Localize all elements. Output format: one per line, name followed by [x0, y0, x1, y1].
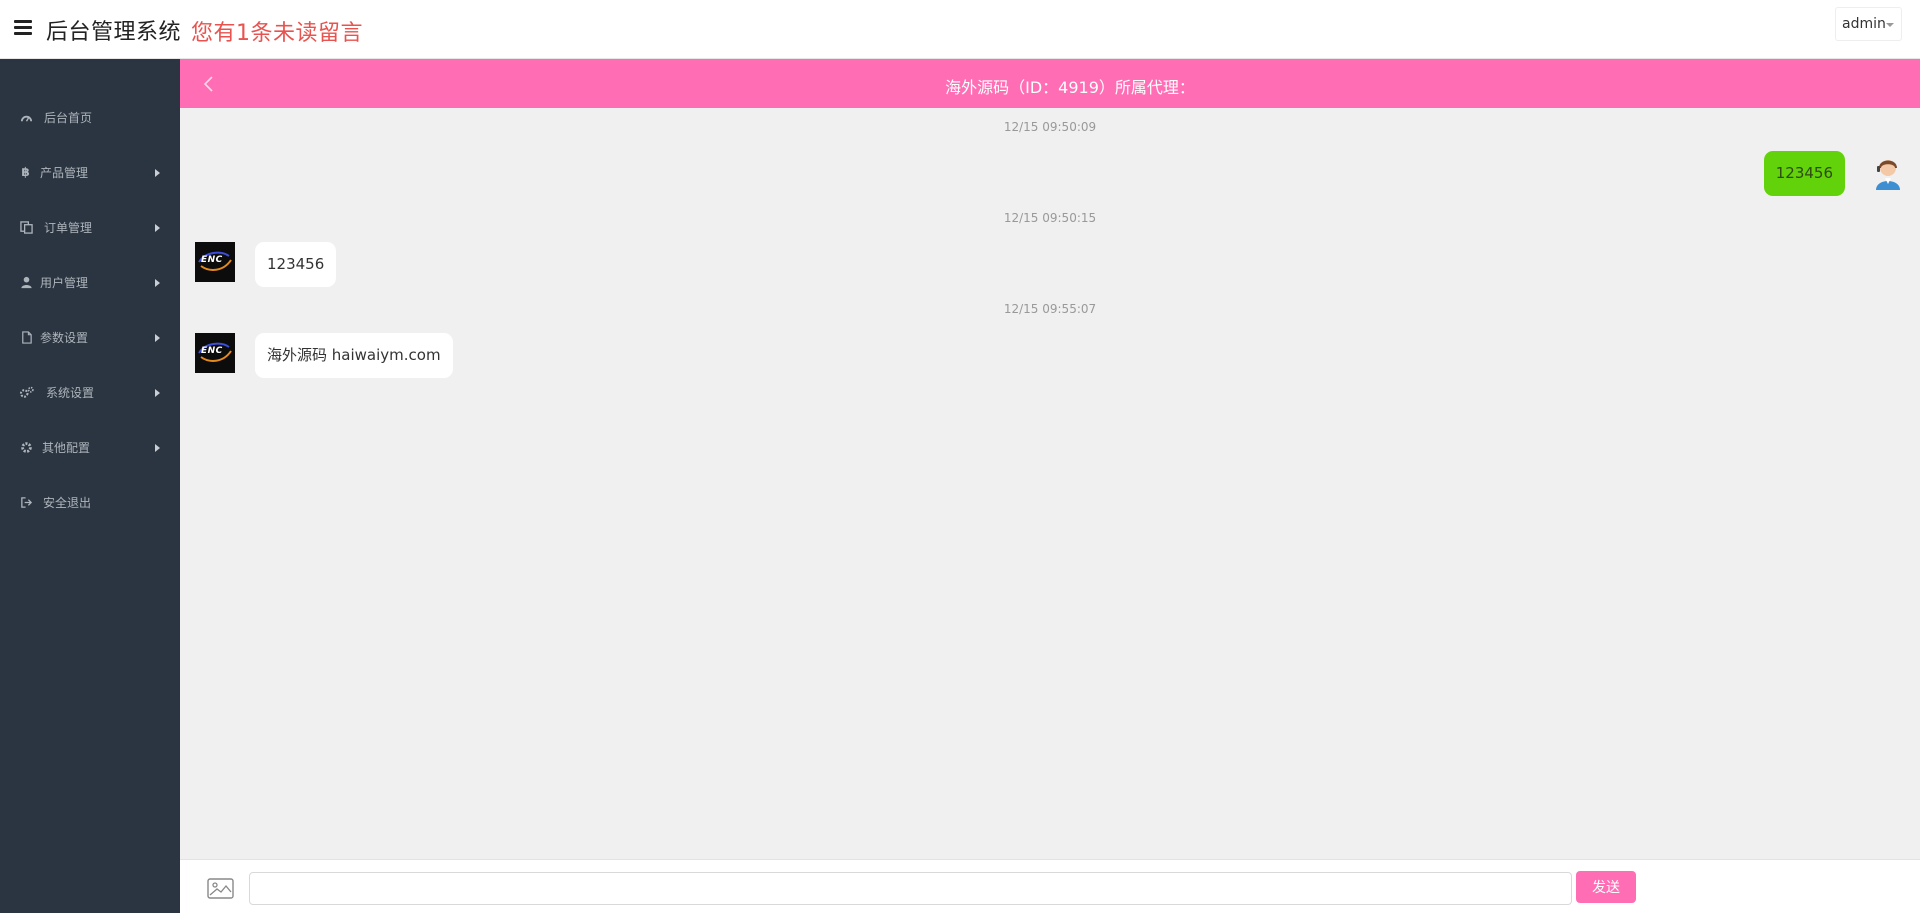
caret-right-icon [155, 169, 160, 177]
chat-header: 海外源码（ID：4919）所属代理： [180, 59, 1920, 108]
bitcoin-icon: ฿ [21, 165, 30, 179]
sidebar-item-orders[interactable]: 订单管理 [0, 208, 180, 248]
sign-out-icon [21, 497, 33, 508]
caret-right-icon [155, 224, 160, 232]
user-name: admin [1842, 16, 1886, 32]
message-timestamp: 12/15 09:55:07 [1003, 302, 1097, 316]
sidebar-item-label: 参数设置 [40, 331, 89, 345]
sidebar-item-system-settings[interactable]: 系统设置 [0, 373, 180, 413]
sidebar-item-label: 订单管理 [44, 221, 93, 235]
menu-toggle-icon[interactable] [14, 19, 32, 35]
unread-message-notice[interactable]: 您有1条未读留言 [191, 15, 363, 47]
gear-icon [21, 442, 32, 453]
sidebar-item-label: 后台首页 [44, 111, 93, 125]
sidebar-item-logout[interactable]: 安全退出 [0, 483, 180, 523]
message-bubble-sent: 123456 [1763, 151, 1845, 196]
chat-panel: 海外源码（ID：4919）所属代理： 12/15 09:50:09 123456… [180, 59, 1920, 913]
caret-down-icon [1886, 23, 1894, 27]
sidebar-item-label: 安全退出 [43, 496, 92, 510]
user-icon [21, 276, 32, 289]
sidebar-item-parameters[interactable]: 参数设置 [0, 318, 180, 358]
caret-right-icon [155, 334, 160, 342]
message-bubble-received: 123456 [255, 242, 337, 287]
top-header: 后台管理系统 您有1条未读留言 admin [0, 0, 1920, 59]
customer-avatar: ENC [195, 333, 235, 373]
caret-right-icon [155, 279, 160, 287]
sidebar-item-label: 产品管理 [40, 166, 89, 180]
dashboard-icon [20, 115, 33, 122]
customer-avatar: ENC [195, 242, 235, 282]
file-icon [22, 331, 32, 344]
sidebar-item-other-config[interactable]: 其他配置 [0, 428, 180, 468]
message-input[interactable] [249, 872, 1572, 905]
sidebar: 后台首页 ฿ 产品管理 订单管理 用户管理 参数设置 系统设置 其他配置 安全退… [0, 59, 180, 913]
sidebar-item-products[interactable]: ฿ 产品管理 [0, 153, 180, 193]
admin-avatar [1876, 160, 1900, 190]
message-input-bar: 发送 [180, 859, 1920, 913]
gears-icon [19, 386, 34, 398]
send-button[interactable]: 发送 [1576, 871, 1636, 903]
avatar-logo-text: ENC [201, 346, 223, 356]
message-timestamp: 12/15 09:50:15 [1003, 211, 1097, 225]
files-icon [20, 221, 33, 234]
sidebar-item-label: 其他配置 [42, 441, 91, 455]
app-title: 后台管理系统 [46, 20, 182, 45]
sidebar-item-label: 用户管理 [40, 276, 89, 290]
image-upload-icon[interactable] [207, 878, 234, 899]
caret-right-icon [155, 389, 160, 397]
chat-title: 海外源码（ID：4919）所属代理： [945, 78, 1195, 97]
sidebar-item-users[interactable]: 用户管理 [0, 263, 180, 303]
user-dropdown[interactable]: admin [1835, 7, 1902, 41]
caret-right-icon [155, 444, 160, 452]
message-timestamp: 12/15 09:50:09 [1003, 120, 1097, 134]
avatar-logo-text: ENC [201, 255, 223, 265]
sidebar-item-home[interactable]: 后台首页 [0, 98, 180, 138]
message-bubble-received: 海外源码 haiwaiym.com [255, 333, 453, 378]
sidebar-item-label: 系统设置 [46, 386, 95, 400]
